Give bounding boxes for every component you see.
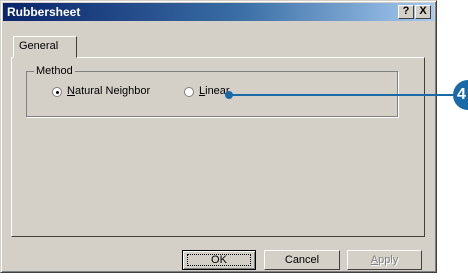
ok-button[interactable]: OK (182, 250, 256, 270)
apply-button[interactable]: Apply (347, 250, 422, 270)
help-button[interactable]: ? (398, 5, 414, 19)
tab-general[interactable]: General (13, 36, 77, 58)
title-bar[interactable]: Rubbersheet ? X (3, 3, 434, 21)
method-group-label: Method (34, 65, 75, 77)
callout-leader-dot (225, 91, 233, 99)
callout-leader-line (230, 94, 458, 96)
natural-neighbor-label[interactable]: Natural Neighbor (67, 85, 150, 97)
cancel-button[interactable]: Cancel (264, 250, 340, 270)
callout-step-number: 4 (453, 80, 468, 110)
ok-focus-rect (187, 254, 251, 266)
tab-general-label: General (19, 40, 59, 52)
window-title: Rubbersheet (7, 5, 81, 19)
apply-label: Apply (370, 254, 399, 266)
linear-radio[interactable] (184, 87, 194, 97)
close-button[interactable]: X (415, 5, 431, 19)
natural-neighbor-radio[interactable] (52, 87, 62, 97)
cancel-label: Cancel (284, 254, 320, 266)
